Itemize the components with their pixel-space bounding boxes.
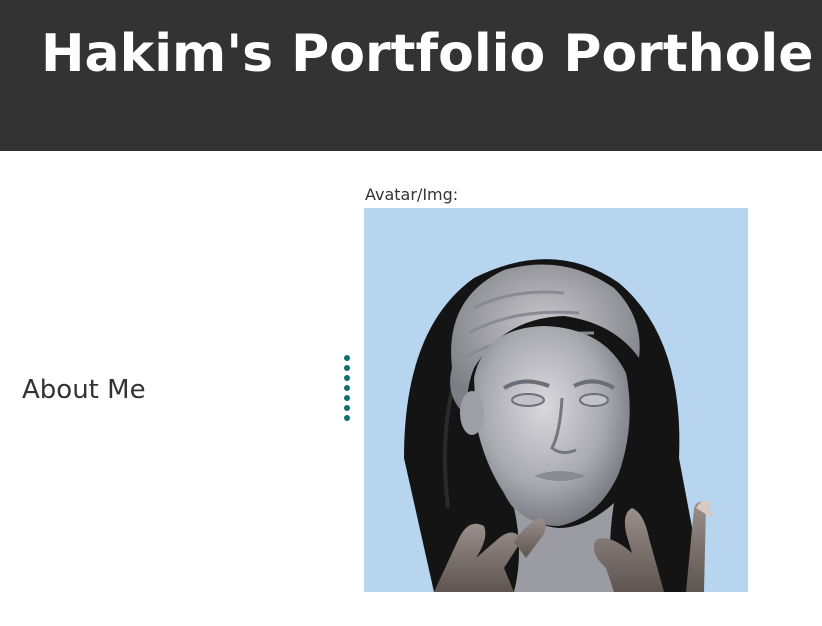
avatar-image <box>364 208 748 592</box>
statue-avatar-illustration <box>364 208 748 592</box>
avatar-label: Avatar/Img: <box>365 185 459 204</box>
vertical-dots-icon <box>343 355 351 425</box>
site-header: Hakim's Portfolio Porthole <box>0 0 822 151</box>
site-title: Hakim's Portfolio Porthole <box>41 24 814 84</box>
about-me-heading: About Me <box>22 375 146 405</box>
